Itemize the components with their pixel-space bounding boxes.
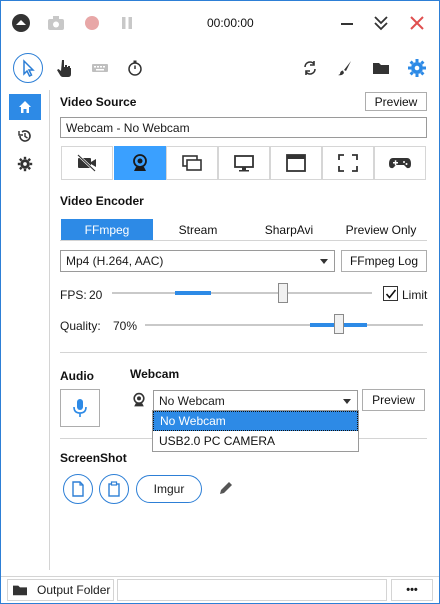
gear-icon: [17, 156, 33, 172]
screenshot-file-button[interactable]: [63, 474, 93, 504]
gamepad-source-button[interactable]: [374, 146, 426, 180]
checkmark-icon: [385, 289, 396, 299]
video-source-preview-button[interactable]: Preview: [365, 92, 427, 111]
status-bar: Output Folder •••: [1, 576, 439, 603]
pause-icon[interactable]: [115, 11, 139, 35]
webcam-select[interactable]: No Webcam: [153, 390, 358, 411]
screenshot-clipboard-button[interactable]: [99, 474, 129, 504]
file-icon: [72, 481, 84, 497]
limit-checkbox[interactable]: [383, 286, 398, 301]
pencil-icon[interactable]: [217, 479, 235, 497]
tab-ffmpeg[interactable]: FFmpeg: [61, 219, 153, 240]
quality-value: 70%: [113, 319, 138, 333]
nav-settings[interactable]: [9, 151, 41, 177]
webcam-option-no-webcam[interactable]: No Webcam: [153, 411, 358, 431]
output-folder-button[interactable]: Output Folder: [7, 579, 114, 601]
audio-title: Audio: [60, 369, 94, 383]
folder-icon[interactable]: [368, 55, 394, 81]
window-icon: [286, 154, 306, 172]
folder-icon: [13, 585, 27, 596]
double-chevron-down-icon[interactable]: [369, 11, 393, 35]
full-screen-source-button[interactable]: [218, 146, 270, 180]
webcam-icon: [133, 154, 147, 171]
screen-region-source-button[interactable]: [166, 146, 218, 180]
ffmpeg-log-button[interactable]: FFmpeg Log: [341, 250, 427, 272]
codec-select[interactable]: Mp4 (H.264, AAC): [60, 250, 335, 272]
chevron-down-icon: [320, 259, 328, 264]
gamepad-icon: [389, 158, 411, 169]
side-navigation: [0, 90, 50, 570]
audio-button[interactable]: [60, 389, 100, 427]
tab-divider: [60, 240, 427, 241]
fps-label: FPS:: [60, 288, 87, 302]
codec-select-value: Mp4 (H.264, AAC): [66, 254, 164, 268]
clipboard-icon: [108, 481, 120, 497]
video-encoder-title: Video Encoder: [60, 194, 144, 208]
multi-screen-icon: [182, 155, 202, 171]
hand-click-icon[interactable]: [52, 55, 78, 81]
refresh-icon[interactable]: [297, 55, 323, 81]
fps-value: 20: [89, 288, 103, 302]
output-path-field[interactable]: [117, 579, 387, 601]
window-source-button[interactable]: [270, 146, 322, 180]
section-divider-3: [359, 438, 427, 439]
video-off-icon: [77, 154, 96, 172]
no-video-source-button[interactable]: [61, 146, 113, 180]
region-icon: [338, 154, 358, 172]
imgur-button[interactable]: Imgur: [136, 475, 202, 503]
quality-slider-track[interactable]: [145, 324, 423, 326]
minimize-icon[interactable]: [335, 11, 359, 35]
webcam-source-button[interactable]: [114, 146, 166, 180]
quality-label: Quality:: [60, 319, 101, 333]
cursor-tool-button[interactable]: [13, 53, 43, 83]
webcam-title: Webcam: [130, 367, 180, 381]
webcam-select-value: No Webcam: [159, 393, 225, 408]
cursor-icon: [23, 59, 35, 78]
camera-icon[interactable]: [44, 11, 68, 35]
monitor-icon: [234, 155, 254, 172]
tab-sharpavi[interactable]: SharpAvi: [243, 219, 335, 240]
section-divider: [60, 352, 427, 353]
more-options-button[interactable]: •••: [391, 579, 433, 601]
app-window: [0, 0, 440, 604]
nav-home[interactable]: [9, 94, 41, 120]
settings-gear-icon[interactable]: [404, 55, 430, 81]
video-source-title: Video Source: [60, 95, 137, 109]
tab-preview-only[interactable]: Preview Only: [335, 219, 427, 240]
video-source-field[interactable]: Webcam - No Webcam: [60, 117, 427, 138]
home-icon: [19, 101, 31, 113]
limit-label: Limit: [402, 288, 428, 302]
section-divider-2: [60, 438, 152, 439]
screenshot-title: ScreenShot: [60, 451, 127, 465]
close-icon[interactable]: [405, 11, 429, 35]
fps-slider-fill: [175, 291, 211, 295]
region-source-button[interactable]: [322, 146, 374, 180]
tab-stream[interactable]: Stream: [153, 219, 243, 240]
history-icon: [18, 130, 31, 142]
chevron-down-icon: [343, 399, 351, 404]
fps-slider-track[interactable]: [112, 292, 372, 294]
webcam-option-usb-camera[interactable]: USB2.0 PC CAMERA: [153, 431, 358, 451]
keyboard-icon[interactable]: [87, 55, 113, 81]
title-bar: 00:00:00: [1, 1, 439, 45]
nav-history[interactable]: [9, 123, 41, 149]
fps-slider-thumb[interactable]: [278, 283, 288, 303]
webcam-preview-button[interactable]: Preview: [362, 389, 425, 411]
microphone-icon: [73, 399, 87, 417]
output-folder-label: Output Folder: [37, 583, 111, 597]
timer-icon[interactable]: [122, 55, 148, 81]
webcam-small-icon: [131, 392, 147, 408]
record-icon[interactable]: [80, 11, 104, 35]
circle-up-arrow-icon[interactable]: [9, 11, 33, 35]
quality-slider-thumb[interactable]: [334, 314, 344, 334]
brush-icon[interactable]: [332, 55, 358, 81]
recording-timer: 00:00:00: [207, 16, 254, 30]
